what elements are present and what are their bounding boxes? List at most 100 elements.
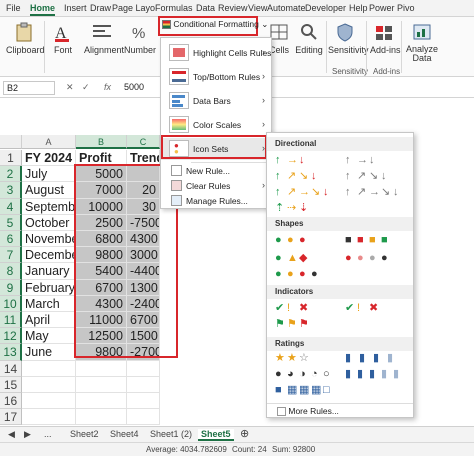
signal-bars-icon[interactable]: ▮ [345, 369, 351, 380]
table-cell[interactable] [76, 409, 127, 426]
flag-icon[interactable]: ⚑ [275, 319, 285, 330]
signal-bars-icon[interactable]: ▮ [381, 369, 387, 380]
row-header[interactable]: 14 [0, 360, 22, 377]
sheet-nav-right-icon[interactable]: ▶ [24, 429, 31, 440]
gray-arrow-icon[interactable]: ↑ [345, 187, 351, 198]
column-header-c[interactable]: C [127, 135, 160, 149]
sensitivity-button[interactable]: Sensitivity [328, 22, 369, 55]
indicator-icon[interactable]: ! [287, 303, 290, 314]
gray-arrow-icon[interactable]: ↗ [357, 171, 366, 182]
row-header[interactable]: 3 [0, 182, 22, 199]
alignment-button[interactable]: Alignment [84, 22, 124, 55]
row-header[interactable]: 11 [0, 312, 22, 329]
table-cell[interactable] [127, 393, 160, 410]
table-cell[interactable] [22, 409, 76, 426]
row-header[interactable]: 6 [0, 231, 22, 248]
row-header[interactable]: 2 [0, 166, 22, 183]
gray-arrow-icon[interactable]: ↓ [381, 171, 387, 182]
sheet-tab-sheet5[interactable]: Sheet5 [198, 429, 234, 441]
harvey-ball-icon[interactable]: ● [275, 369, 282, 380]
square-icon[interactable]: ■ [381, 235, 388, 246]
gray-arrow-icon[interactable]: ↘ [369, 171, 378, 182]
column-header-b[interactable]: B [76, 135, 127, 149]
table-cell[interactable]: June [22, 344, 76, 361]
table-cell[interactable] [127, 409, 160, 426]
menu-item-highlight-cells-rules[interactable]: Highlight Cells Rules › [161, 42, 271, 64]
arrow-icon[interactable]: ⇡ [275, 203, 284, 214]
arrow-icon[interactable]: ↓ [299, 155, 305, 166]
circle-icon[interactable]: ● [287, 269, 294, 280]
table-cell[interactable]: July [22, 166, 76, 183]
row-header[interactable]: 4 [0, 198, 22, 215]
header-cell[interactable]: FY 2024 [22, 150, 76, 167]
circle-icon[interactable]: ● [275, 235, 282, 246]
row-header[interactable]: 8 [0, 263, 22, 280]
arrow-icon[interactable]: → [299, 187, 310, 198]
menu-item-color-scales[interactable]: Color Scales › [161, 114, 271, 136]
circle-icon[interactable]: ● [357, 253, 364, 264]
row-header[interactable]: 5 [0, 214, 22, 231]
table-cell[interactable]: March [22, 295, 76, 312]
menu-item-top-bottom-rules[interactable]: Top/Bottom Rules › [161, 66, 271, 88]
square-icon[interactable]: ■ [369, 235, 376, 246]
table-cell[interactable]: September [22, 198, 76, 215]
menu-item-clear-rules[interactable]: Clear Rules › [161, 179, 271, 193]
gray-arrow-icon[interactable]: ↑ [345, 171, 351, 182]
arrow-icon[interactable]: ↑ [275, 171, 281, 182]
menu-item-data-bars[interactable]: Data Bars › [161, 90, 271, 112]
cancel-icon[interactable]: ✕ [66, 82, 74, 93]
circle-icon[interactable]: ● [369, 253, 376, 264]
circle-icon[interactable]: ● [311, 269, 318, 280]
table-cell[interactable] [76, 376, 127, 393]
flag-icon[interactable]: ⚑ [287, 319, 297, 330]
harvey-ball-icon[interactable]: ◔ [311, 369, 318, 380]
tab-data[interactable]: Data [196, 3, 215, 13]
harvey-ball-icon[interactable]: ○ [323, 369, 330, 380]
row-header[interactable]: 15 [0, 376, 22, 393]
signal-bars-icon[interactable]: ▮ [357, 369, 363, 380]
sheet-tab-sheet4[interactable]: Sheet4 [110, 429, 139, 439]
arrow-icon[interactable]: ↑ [275, 155, 281, 166]
insert-function-button[interactable]: fx [104, 82, 111, 92]
clipboard-button[interactable]: Clipboard [6, 22, 45, 55]
gray-arrow-icon[interactable]: ↓ [369, 155, 375, 166]
conditional-formatting-button[interactable]: Conditional Formatting ⌄ [162, 19, 268, 30]
gray-arrow-icon[interactable]: → [357, 155, 368, 166]
table-cell[interactable] [22, 376, 76, 393]
box-rating-icon[interactable]: ▦ [299, 385, 309, 396]
table-cell[interactable] [127, 360, 160, 377]
number-button[interactable]: % Number [124, 22, 156, 55]
tab-file[interactable]: File [6, 3, 21, 13]
sheet-tab-overflow[interactable]: ... [44, 429, 52, 439]
add-ins-button[interactable]: Add-ins [370, 22, 401, 55]
indicator-icon[interactable]: ✖ [299, 303, 308, 314]
square-icon[interactable]: ■ [345, 235, 352, 246]
indicator-icon[interactable]: ✔ [275, 303, 284, 314]
analyze-data-button[interactable]: Analyze Data [404, 22, 440, 63]
row-header[interactable]: 7 [0, 247, 22, 264]
arrow-icon[interactable]: ↘ [311, 187, 320, 198]
table-cell[interactable] [76, 360, 127, 377]
table-cell[interactable] [22, 393, 76, 410]
table-cell[interactable]: August [22, 182, 76, 199]
circle-icon[interactable]: ● [299, 235, 306, 246]
table-cell[interactable]: May [22, 328, 76, 345]
harvey-ball-icon[interactable]: ◕ [287, 369, 294, 380]
arrow-icon[interactable]: ⇣ [299, 203, 308, 214]
row-header[interactable]: 10 [0, 295, 22, 312]
row-header[interactable]: 17 [0, 409, 22, 426]
tab-insert[interactable]: Insert [64, 3, 87, 13]
gray-arrow-icon[interactable]: → [369, 187, 380, 198]
tab-power-pivot[interactable]: Power Pivo [369, 3, 415, 13]
arrow-icon[interactable]: ↑ [275, 187, 281, 198]
arrow-icon[interactable]: → [287, 155, 298, 166]
circle-icon[interactable]: ● [287, 235, 294, 246]
box-rating-icon[interactable]: □ [323, 385, 330, 396]
menu-item-new-rule[interactable]: New Rule... [161, 164, 271, 178]
arrow-icon[interactable]: ⇢ [287, 203, 296, 214]
box-rating-icon[interactable]: ▦ [311, 385, 321, 396]
menu-item-manage-rules[interactable]: Manage Rules... [161, 194, 271, 208]
gray-arrow-icon[interactable]: ↑ [345, 155, 351, 166]
table-cell[interactable] [127, 376, 160, 393]
arrow-icon[interactable]: ↓ [323, 187, 329, 198]
